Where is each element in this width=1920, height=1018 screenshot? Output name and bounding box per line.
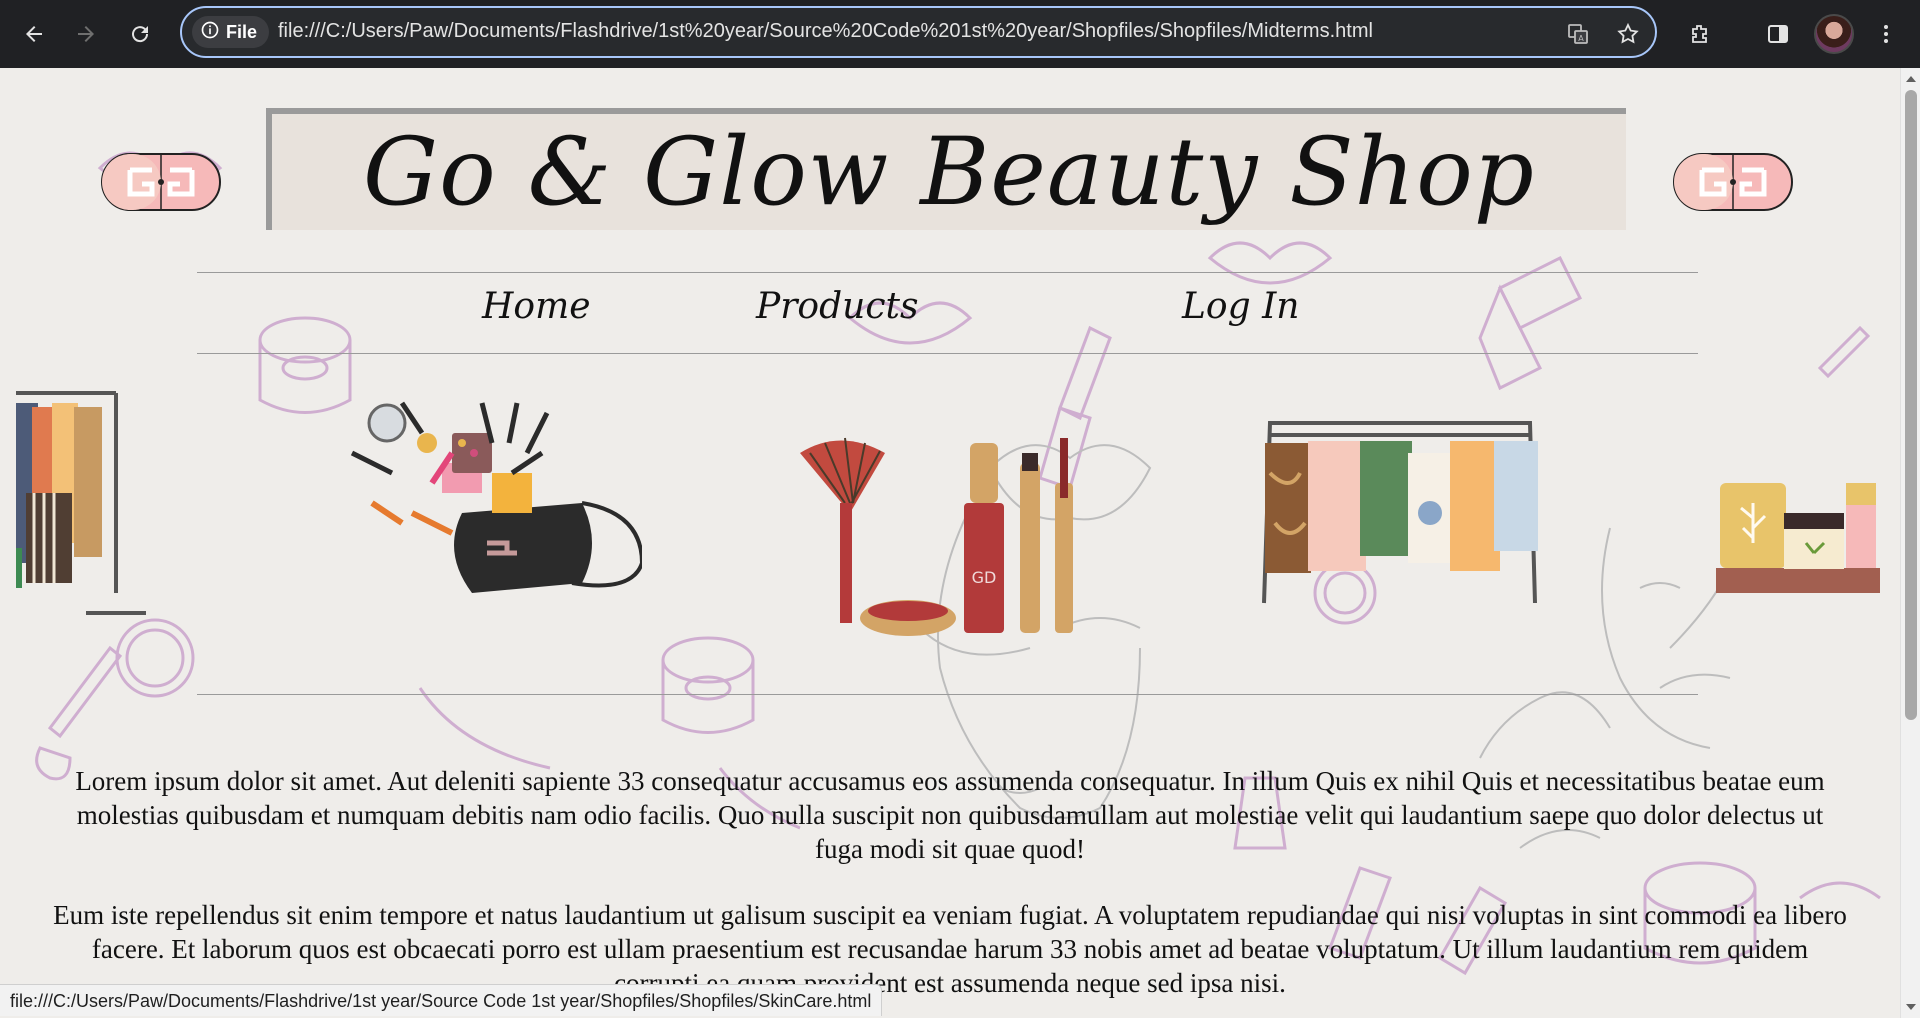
- translate-icon[interactable]: A: [1564, 20, 1592, 48]
- products-row: GD: [0, 373, 1900, 693]
- site-info-chip[interactable]: File: [192, 16, 270, 48]
- chip-label: File: [226, 21, 258, 42]
- nav-top-divider: [197, 272, 1698, 273]
- clothing-rack-partial-image[interactable]: [16, 373, 156, 623]
- content-divider: [197, 694, 1698, 695]
- site-title: Go & Glow Beauty Shop: [363, 118, 1535, 227]
- link-hover-status: file:///C:/Users/Paw/Documents/Flashdriv…: [0, 984, 883, 1016]
- svg-text:A: A: [1578, 34, 1584, 43]
- side-panel-icon[interactable]: [1758, 14, 1798, 54]
- forward-icon[interactable]: [66, 14, 106, 54]
- nav-home[interactable]: Home: [482, 286, 591, 327]
- url-text[interactable]: file:///C:/Users/Paw/Documents/Flashdriv…: [278, 20, 1373, 43]
- scroll-up-icon[interactable]: [1906, 76, 1916, 82]
- extensions-icon[interactable]: [1680, 14, 1720, 54]
- page-scrollbar[interactable]: [1900, 68, 1920, 1018]
- intro-paragraph-1: Lorem ipsum dolor sit amet. Aut deleniti…: [75, 766, 1825, 864]
- info-icon: [200, 20, 220, 45]
- browser-toolbar: File file:///C:/Users/Paw/Documents/Flas…: [0, 0, 1920, 68]
- profile-avatar[interactable]: [1814, 14, 1854, 54]
- menu-icon[interactable]: [1866, 14, 1906, 54]
- scroll-down-icon[interactable]: [1906, 1004, 1916, 1010]
- logo-badge-left: [100, 152, 222, 212]
- nav-log-in[interactable]: Log In: [1182, 286, 1299, 327]
- reload-icon[interactable]: [120, 14, 160, 54]
- site-title-banner: Go & Glow Beauty Shop: [266, 108, 1626, 230]
- back-icon[interactable]: [14, 14, 54, 54]
- makeup-bag-image[interactable]: [342, 393, 642, 613]
- skincare-shelf-image[interactable]: [1716, 483, 1900, 593]
- svg-text:GD: GD: [972, 568, 997, 587]
- scrollbar-thumb[interactable]: [1905, 90, 1917, 720]
- page-viewport: Go & Glow Beauty Shop Home Products Log …: [0, 68, 1900, 1018]
- address-bar[interactable]: File file:///C:/Users/Paw/Documents/Flas…: [180, 6, 1657, 58]
- brush-and-cosmetics-image[interactable]: GD: [800, 433, 1100, 653]
- logo-badge-right: [1672, 152, 1794, 212]
- nav-bottom-divider: [197, 353, 1698, 354]
- nav-products[interactable]: Products: [756, 286, 918, 327]
- clothing-rack-image[interactable]: [1250, 413, 1550, 613]
- bookmark-star-icon[interactable]: [1614, 20, 1642, 48]
